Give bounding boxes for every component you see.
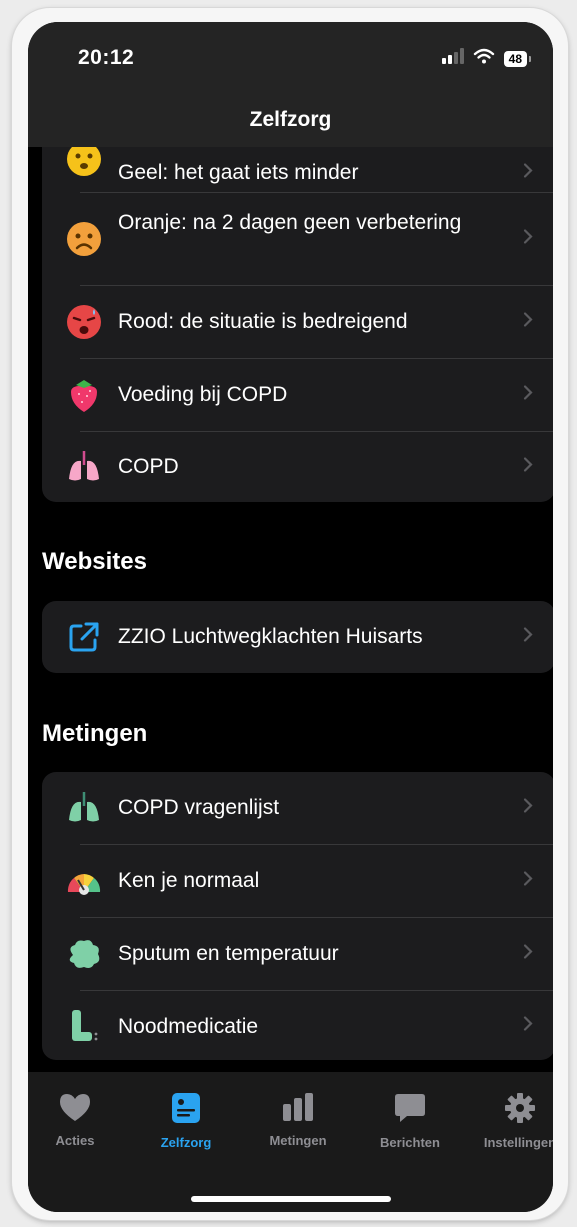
list-item-oranje[interactable]: Oranje: na 2 dagen geen verbetering — [42, 193, 553, 285]
list-item-sputum[interactable]: Sputum en temperatuur — [42, 918, 553, 990]
tab-metingen[interactable]: Metingen — [248, 1092, 348, 1148]
tab-label: Acties — [55, 1133, 95, 1148]
list-item-noodmedicatie[interactable]: Noodmedicatie — [42, 991, 553, 1060]
list-item-label: ZZIO Luchtwegklachten Huisarts — [118, 625, 423, 648]
chevron-right-icon — [523, 162, 533, 183]
inhaler-icon — [64, 1006, 104, 1046]
cellular-signal-icon — [441, 48, 464, 69]
chat-bubble-icon — [393, 1094, 427, 1128]
list-item-label: COPD — [118, 455, 179, 478]
tab-label: Metingen — [269, 1133, 327, 1148]
list-item-copd-vragenlijst[interactable]: COPD vragenlijst — [42, 772, 553, 844]
tab-zelfzorg[interactable]: Zelfzorg — [136, 1092, 236, 1150]
bar-chart-icon — [281, 1093, 315, 1126]
list-item-label: Rood: de situatie is bedreigend — [118, 310, 408, 333]
list-item-rood[interactable]: Rood: de situatie is bedreigend — [42, 286, 553, 358]
heart-icon — [58, 1094, 92, 1126]
list-item-voeding[interactable]: Voeding bij COPD — [42, 359, 553, 431]
list-item-label: Geel: het gaat iets minder — [118, 161, 359, 184]
tab-berichten[interactable]: Berichten — [360, 1092, 460, 1150]
wifi-icon — [473, 48, 495, 69]
chevron-right-icon — [523, 944, 533, 965]
chevron-right-icon — [523, 1015, 533, 1036]
green-lungs-icon — [64, 788, 104, 828]
selfcare-card-icon — [171, 1093, 201, 1128]
chevron-right-icon — [523, 312, 533, 333]
chevron-right-icon — [523, 385, 533, 406]
tab-acties[interactable]: Acties — [28, 1092, 125, 1148]
status-icons: 48 — [441, 48, 532, 69]
list-item-label: Ken je normaal — [118, 869, 260, 892]
chevron-right-icon — [523, 457, 533, 478]
zelfzorg-list: Geel: het gaat iets minder Oranje: na 2 … — [42, 122, 553, 502]
tab-label: Instellingen — [483, 1135, 553, 1150]
status-time: 20:12 — [78, 46, 135, 69]
chevron-right-icon — [523, 798, 533, 819]
list-item-ken-je-normaal[interactable]: Ken je normaal — [42, 845, 553, 917]
pink-lungs-icon — [64, 447, 104, 487]
section-title-websites: Websites — [42, 548, 147, 575]
list-item-label: COPD vragenlijst — [118, 796, 280, 819]
list-item-label: Oranje: na 2 dagen geen verbetering — [118, 211, 462, 234]
list-item-label: Sputum en temperatuur — [118, 942, 339, 965]
tab-instellingen[interactable]: Instellingen — [470, 1092, 553, 1150]
tab-label: Berichten — [380, 1135, 440, 1150]
external-link-icon — [64, 617, 104, 657]
metingen-list: COPD vragenlijst Ken je normaal Sputum e… — [42, 772, 553, 1060]
chevron-right-icon — [523, 229, 533, 250]
websites-list: ZZIO Luchtwegklachten Huisarts — [42, 601, 553, 673]
home-indicator[interactable] — [190, 1196, 391, 1202]
rainbow-gauge-icon — [64, 861, 104, 901]
chevron-right-icon — [523, 627, 533, 648]
battery-indicator: 48 — [503, 50, 532, 67]
list-item-label: Voeding bij COPD — [118, 383, 288, 406]
chevron-right-icon — [523, 871, 533, 892]
red-anxious-face-icon — [64, 302, 104, 342]
gear-icon — [504, 1093, 536, 1128]
tab-label: Zelfzorg — [160, 1135, 212, 1150]
list-item-copd[interactable]: COPD — [42, 432, 553, 502]
orange-frown-face-icon — [64, 219, 104, 259]
list-item-zzio[interactable]: ZZIO Luchtwegklachten Huisarts — [42, 601, 553, 673]
tab-bar: Acties Zelfzorg Metingen Berichten Inste… — [28, 1072, 553, 1212]
list-item-label: Noodmedicatie — [118, 1015, 259, 1038]
section-title-metingen: Metingen — [42, 720, 148, 747]
phone-frame: Geel: het gaat iets minder Oranje: na 2 … — [12, 8, 568, 1220]
green-blob-icon — [64, 934, 104, 974]
page-title: Zelfzorg — [249, 108, 332, 131]
strawberry-icon — [64, 375, 104, 415]
navigation-header: 20:12 48 Zelfzorg — [28, 22, 553, 147]
app-screen: Geel: het gaat iets minder Oranje: na 2 … — [28, 22, 553, 1212]
